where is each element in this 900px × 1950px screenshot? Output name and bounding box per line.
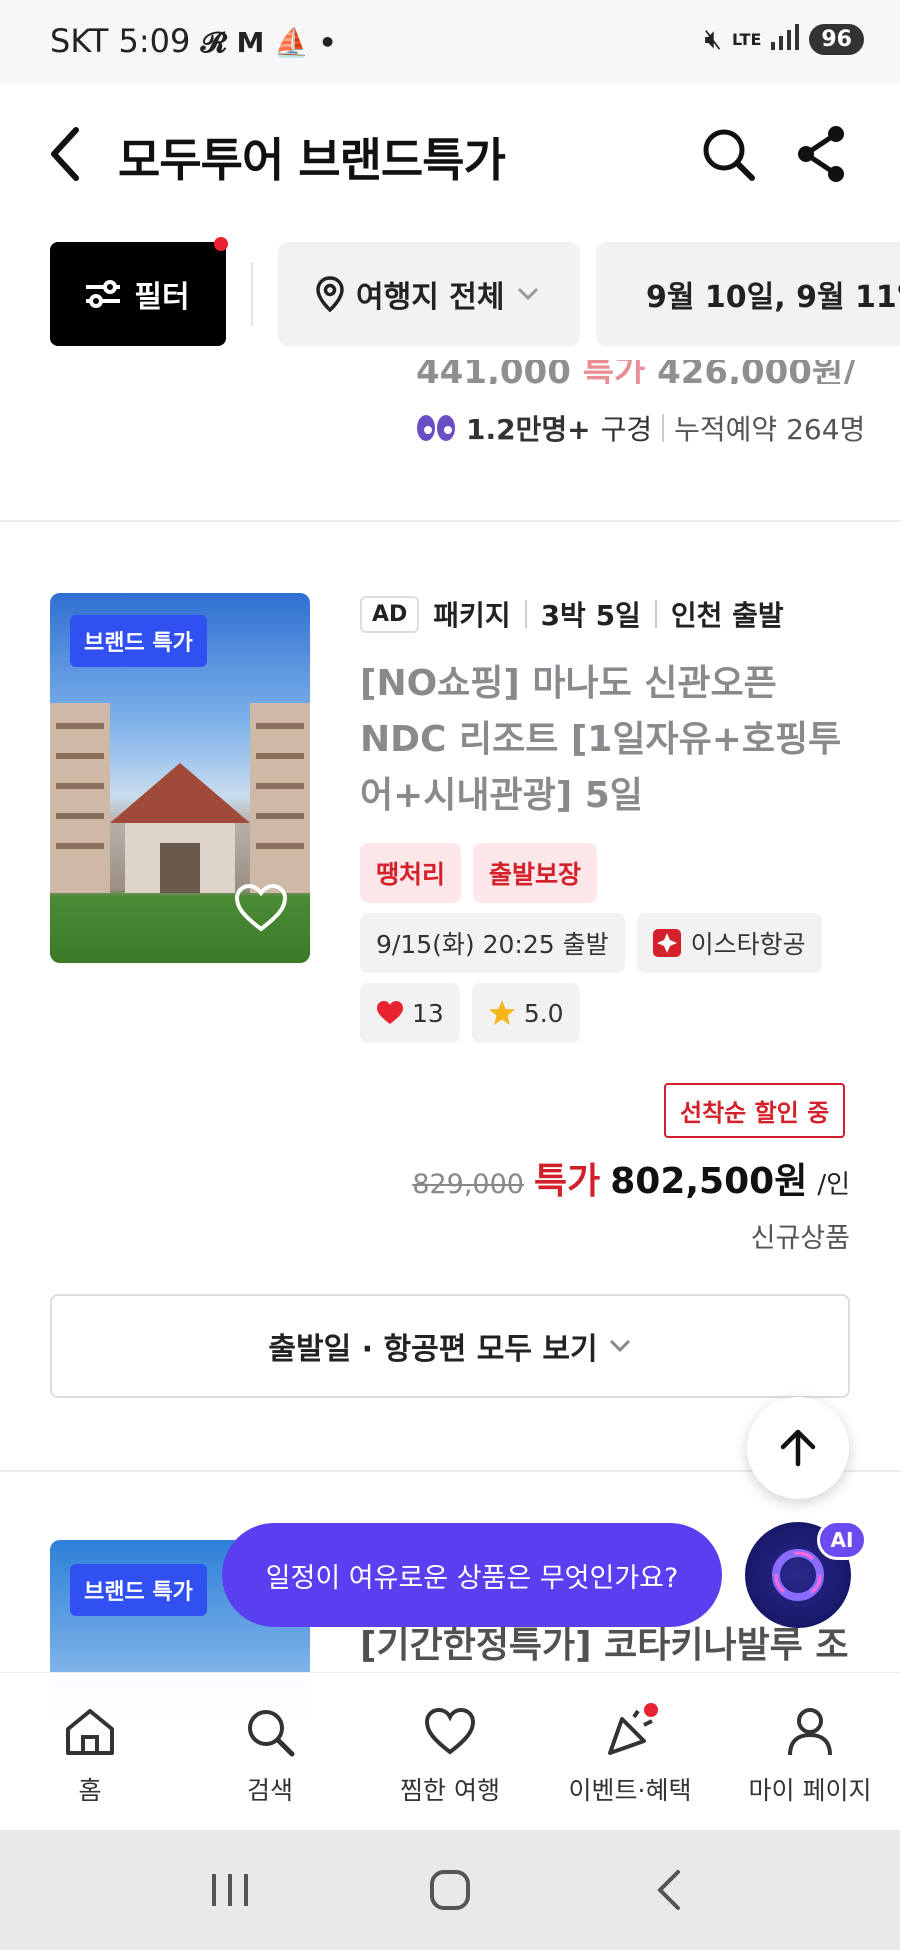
wishlist-button[interactable]	[234, 883, 288, 937]
scroll-to-top-button[interactable]	[747, 1397, 849, 1499]
filter-separator	[251, 262, 253, 326]
next-product-title[interactable]: [기간한정특가] 코타키나발루 조통근 3박5일(호핑+반딧불	[360, 1620, 860, 1674]
home-circle-icon[interactable]	[428, 1868, 472, 1912]
product-tags: 땡처리 출발보장	[360, 843, 598, 903]
system-navigation-bar	[0, 1830, 900, 1950]
nav-search[interactable]: 검색	[180, 1673, 360, 1830]
meta-divider	[654, 600, 657, 628]
per-person-label: /인	[817, 1170, 850, 1200]
promo-badge: 선착순 할인 중	[664, 1083, 846, 1138]
filter-button[interactable]: 필터	[50, 242, 226, 346]
product-meta: AD 패키지 3박 5일 인천 출발	[360, 594, 784, 634]
departure-time: 9/15(화) 20:25 출발	[360, 913, 625, 973]
brand-deal-badge: 브랜드 특가	[70, 1564, 207, 1616]
ai-chat-prompt[interactable]: 일정이 여유로운 상품은 무엇인가요?	[222, 1523, 722, 1627]
status-bar: SKT 5:09 𝓡 M ⛵ • 🔇︎ LTE 96	[0, 0, 900, 84]
rating-chip: 5.0	[471, 983, 580, 1043]
airline-chip: 이스타항공	[636, 913, 822, 973]
filter-notification-dot	[214, 237, 228, 251]
nav-events[interactable]: 이벤트·혜택	[540, 1673, 720, 1830]
app-header: 모두투어 브랜드특가	[0, 84, 900, 224]
home-icon	[66, 1709, 114, 1755]
brand-deal-badge: 브랜드 특가	[70, 615, 207, 667]
flight-info: 9/15(화) 20:25 출발 이스타항공	[360, 913, 822, 973]
tag-guaranteed-departure: 출발보장	[473, 843, 598, 903]
price-row: 829,000 특가 802,500원 /인	[412, 1152, 850, 1204]
eyes-icon	[416, 413, 456, 443]
product-stats: 13 5.0	[360, 983, 580, 1043]
rating-value: 5.0	[523, 998, 564, 1028]
page-title: 모두투어 브랜드특가	[118, 133, 506, 187]
section-divider	[0, 520, 900, 522]
date-filter[interactable]: 9월 10일, 9월 11일	[596, 242, 900, 346]
heart-outline-icon	[234, 883, 288, 932]
network-label: LTE	[731, 29, 762, 49]
sale-price: 802,500원	[610, 1161, 808, 1202]
nav-wishlist-label: 찜한 여행	[400, 1776, 500, 1805]
bookings-count: 누적예약 264명	[674, 413, 866, 446]
heart-filled-icon	[377, 1001, 403, 1024]
destination-label: 여행지 전체	[356, 280, 505, 315]
recent-apps-icon[interactable]	[208, 1870, 252, 1910]
nav-search-label: 검색	[246, 1776, 293, 1805]
views-suffix: 구경	[600, 413, 653, 446]
battery-indicator: 96	[809, 23, 864, 55]
sliders-icon	[86, 280, 121, 308]
tag-clearance: 땡처리	[360, 843, 462, 903]
special-label: 특가	[533, 1161, 601, 1202]
nav-home[interactable]: 홈	[0, 1673, 180, 1830]
likes-chip: 13	[360, 983, 460, 1043]
ai-label: AI	[817, 1520, 867, 1560]
arrow-up-icon	[780, 1429, 816, 1467]
person-icon	[788, 1708, 832, 1756]
product-image[interactable]: 브랜드 특가	[50, 593, 310, 963]
view-all-label: 출발일 · 항공편 모두 보기	[268, 1332, 598, 1367]
status-icons: 🔇︎ LTE 96	[704, 22, 864, 56]
airline-name: 이스타항공	[690, 930, 806, 959]
meta-divider	[524, 600, 527, 628]
new-product-label: 신규상품	[750, 1223, 850, 1254]
signal-icon	[771, 23, 800, 55]
views-count: 1.2만명+	[466, 413, 591, 446]
search-icon	[703, 129, 755, 181]
stat-divider	[662, 414, 665, 442]
original-price: 829,000	[412, 1169, 524, 1200]
share-button[interactable]	[794, 124, 850, 184]
nav-events-label: 이벤트·혜택	[568, 1776, 692, 1805]
chevron-down-icon	[609, 1339, 630, 1353]
search-icon	[248, 1710, 295, 1757]
chevron-down-icon	[518, 287, 539, 301]
view-all-departures-button[interactable]: 출발일 · 항공편 모두 보기	[50, 1294, 850, 1398]
departure-city: 인천 출발	[670, 599, 784, 632]
location-pin-icon	[316, 276, 344, 312]
likes-count: 13	[412, 998, 444, 1028]
mute-icon: 🔇︎	[704, 22, 722, 55]
product-type: 패키지	[433, 599, 511, 632]
nav-mypage[interactable]: 마이 페이지	[720, 1673, 900, 1830]
nav-home-label: 홈	[78, 1776, 102, 1805]
destination-filter[interactable]: 여행지 전체	[278, 242, 580, 346]
system-back-icon[interactable]	[648, 1868, 692, 1912]
date-label: 9월 10일, 9월 11일	[646, 280, 900, 315]
search-button[interactable]	[700, 124, 756, 184]
previous-item-price-fragment: 441,000 특가 426,000원/인	[416, 360, 856, 384]
back-button[interactable]	[46, 126, 86, 182]
previous-item-stats: 1.2만명+ 구경 누적예약 264명	[416, 408, 865, 448]
ad-label: AD	[360, 595, 420, 633]
nav-wishlist[interactable]: 찜한 여행	[360, 1673, 540, 1830]
share-icon	[798, 126, 844, 182]
bottom-navigation: 홈 검색 찜한 여행 이벤트·혜택 마이 페이지	[0, 1672, 900, 1830]
back-arrow-icon	[51, 127, 79, 181]
events-notification-dot	[644, 1703, 658, 1717]
airline-logo-icon	[652, 929, 681, 957]
heart-icon	[424, 1707, 476, 1755]
nav-mypage-label: 마이 페이지	[748, 1776, 872, 1805]
product-duration: 3박 5일	[540, 599, 641, 632]
status-carrier-time: SKT 5:09 𝓡 M ⛵ •	[50, 22, 337, 60]
product-title[interactable]: [NO쇼핑] 마나도 신관오픈 NDC 리조트 [1일자유+호핑투어+시내관광]…	[360, 656, 860, 824]
star-icon	[488, 1000, 515, 1025]
filter-label: 필터	[134, 280, 190, 315]
